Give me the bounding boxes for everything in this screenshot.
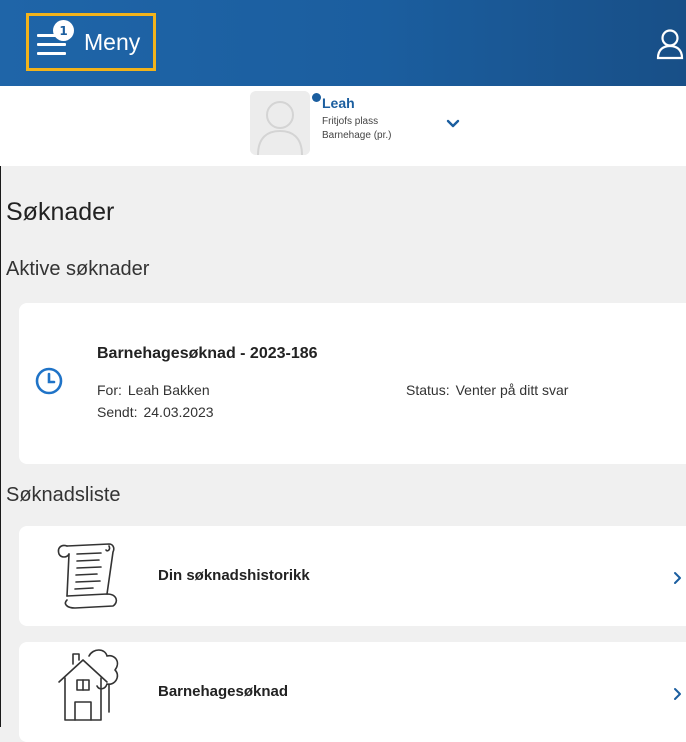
status-label: Status: — [406, 382, 450, 398]
clock-icon — [35, 367, 63, 395]
sent-value: 24.03.2023 — [143, 404, 214, 420]
active-section-heading: Aktive søknader — [6, 258, 150, 280]
user-profile-icon[interactable] — [654, 28, 686, 62]
notification-badge: 1 — [53, 20, 74, 41]
sent-label: Sendt: — [97, 404, 138, 420]
application-status: Status: Venter på ditt svar — [406, 382, 568, 398]
status-dot — [312, 93, 321, 102]
list-section-heading: Søknadsliste — [6, 484, 121, 506]
application-title: Barnehagesøknad - 2023-186 — [97, 345, 318, 362]
for-label: For: — [97, 382, 122, 398]
page-title: Søknader — [6, 198, 115, 226]
list-item-label: Din søknadshistorikk — [158, 567, 310, 584]
child-institution: Barnehage (pr.) — [322, 130, 392, 141]
status-value: Venter på ditt svar — [455, 382, 569, 398]
application-for: For: Leah Bakken — [97, 382, 210, 398]
list-item-application-history[interactable]: Din søknadshistorikk — [19, 526, 686, 626]
menu-button[interactable]: 1 Meny — [26, 13, 156, 71]
menu-label: Meny — [84, 29, 141, 55]
list-item-kindergarten-application[interactable]: Barnehagesøknad — [19, 642, 686, 742]
chevron-right-icon — [672, 570, 682, 584]
for-value: Leah Bakken — [127, 382, 210, 398]
child-location: Fritjofs plass — [322, 116, 379, 127]
kindergarten-house-icon — [49, 646, 127, 726]
list-item-label: Barnehagesøknad — [158, 683, 289, 700]
child-name: Leah — [322, 95, 355, 111]
chevron-down-icon[interactable] — [446, 114, 460, 128]
chevron-right-icon — [672, 686, 682, 700]
child-selector[interactable]: Leah Fritjofs plass Barnehage (pr.) — [0, 86, 686, 166]
application-sent: Sendt: 24.03.2023 — [97, 404, 214, 420]
avatar — [250, 91, 310, 155]
scroll-document-icon — [49, 534, 127, 614]
top-bar: 1 Meny — [0, 0, 686, 86]
active-application-card[interactable]: Barnehagesøknad - 2023-186 For: Leah Bakk… — [19, 303, 686, 464]
